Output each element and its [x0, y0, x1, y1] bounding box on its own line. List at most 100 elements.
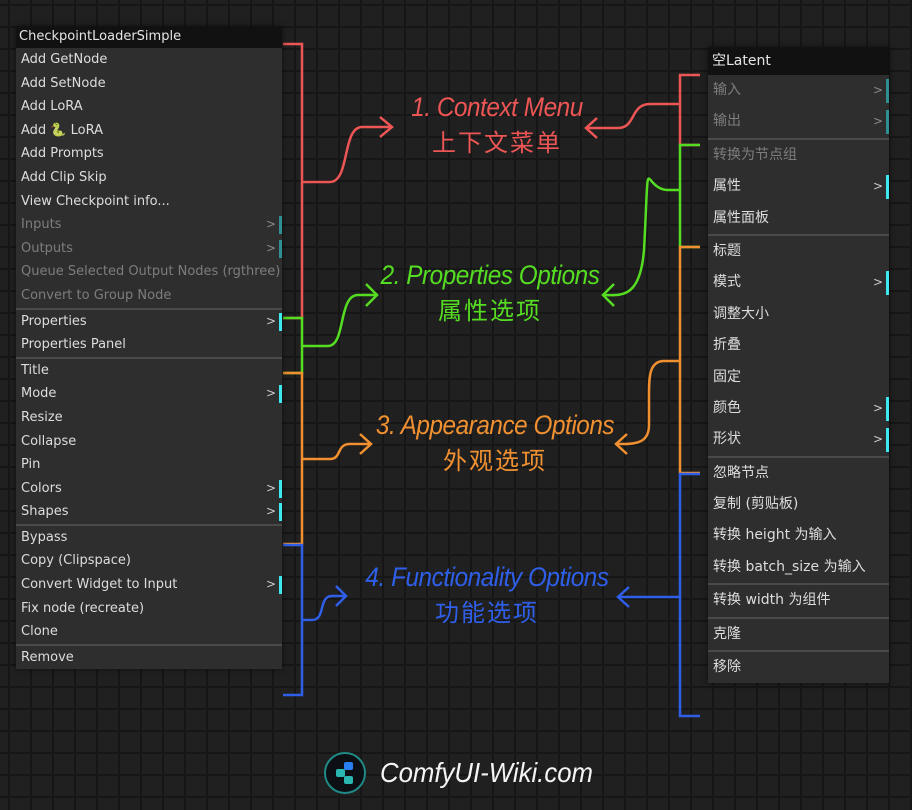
menu-item-label: 形状	[713, 431, 741, 448]
submenu-indicator	[279, 385, 282, 404]
menu-item[interactable]: 固定	[708, 362, 889, 393]
menu-title: 空Latent	[708, 47, 889, 75]
menu-item-label: Convert Widget to Input	[21, 577, 178, 593]
submenu-chevron-icon: >	[872, 179, 883, 194]
menu-item-label: 固定	[713, 368, 741, 385]
submenu-indicator	[279, 576, 282, 595]
left-connector-functionality	[302, 594, 346, 622]
menu-item[interactable]: 转换 height 为输入	[708, 520, 889, 551]
menu-item[interactable]: Shapes >	[16, 500, 282, 524]
menu-item[interactable]: Colors >	[16, 477, 282, 501]
submenu-indicator	[886, 175, 889, 200]
submenu-chevron-icon: >	[872, 432, 883, 447]
menu-item-label: 颜色	[713, 399, 741, 416]
menu-item-label: Add Prompts	[21, 146, 104, 162]
menu-item[interactable]: 转换 batch_size 为输入	[708, 552, 889, 583]
submenu-chevron-icon: >	[872, 83, 883, 97]
submenu-indicator	[279, 479, 282, 498]
menu-item[interactable]: Mode >	[16, 382, 282, 406]
context-menu-english: CheckpointLoaderSimple Add GetNode Add Se…	[16, 26, 282, 670]
menu-item-label: Properties	[21, 313, 87, 329]
menu-item-label: Title	[21, 362, 49, 378]
menu-item[interactable]: 调整大小	[708, 299, 889, 330]
menu-item[interactable]: Add Prompts	[16, 142, 282, 166]
menu-item[interactable]: Add 🐍 LoRA	[16, 119, 282, 143]
menu-item-label: Clone	[21, 624, 58, 640]
menu-item[interactable]: Bypass	[16, 526, 282, 550]
menu-item-label: Mode	[21, 386, 57, 402]
menu-item-label: Shapes	[21, 504, 69, 520]
menu-item[interactable]: Remove	[16, 646, 282, 670]
menu-item[interactable]: 转换 width 为组件	[708, 585, 889, 616]
menu-title: CheckpointLoaderSimple	[16, 26, 282, 48]
menu-item-label: Colors	[21, 480, 62, 496]
menu-item[interactable]: Add SetNode	[16, 72, 282, 96]
submenu-indicator	[279, 312, 282, 331]
menu-item[interactable]: 移除	[708, 652, 889, 683]
menu-item[interactable]: Add GetNode	[16, 48, 282, 72]
right-bracket-functionality	[678, 472, 700, 718]
menu-item[interactable]: 复制 (剪贴板)	[708, 489, 889, 520]
annotation-title-zh: 属性选项	[438, 298, 542, 325]
menu-item-label: Add 🐍 LoRA	[21, 122, 103, 138]
left-bracket-functionality	[283, 543, 304, 697]
submenu-chevron-icon: >	[265, 480, 276, 495]
annotation-title-en: 4. Functionality Options	[365, 562, 609, 592]
menu-item-label: 转换为节点组	[713, 146, 797, 163]
menu-item-label: Add LoRA	[21, 99, 83, 115]
menu-item[interactable]: Fix node (recreate)	[16, 597, 282, 621]
menu-item-label: 属性	[713, 178, 741, 195]
menu-item-label: Add GetNode	[21, 52, 108, 67]
menu-item[interactable]: 模式 >	[708, 267, 889, 298]
menu-item-label: 忽略节点	[713, 464, 769, 481]
submenu-indicator	[886, 79, 889, 103]
menu-item: 输入 >	[708, 75, 889, 106]
menu-item-label: 克隆	[713, 625, 741, 642]
menu-item[interactable]: 属性面板	[708, 203, 889, 234]
menu-item[interactable]: 标题	[708, 236, 889, 267]
menu-item-label: Pin	[21, 457, 41, 473]
menu-item[interactable]: 属性 >	[708, 171, 889, 202]
menu-item[interactable]: 形状 >	[708, 424, 889, 455]
menu-item[interactable]: Clone	[16, 620, 282, 644]
submenu-chevron-icon: >	[265, 386, 276, 401]
menu-item-label: 折叠	[713, 337, 741, 354]
footer-branding: ComfyUI-Wiki.com	[324, 752, 612, 794]
menu-item-label: 复制 (剪贴板)	[713, 496, 799, 513]
menu-item-label: Copy (Clipspace)	[21, 553, 131, 569]
menu-item[interactable]: Add Clip Skip	[16, 166, 282, 190]
menu-item[interactable]: Pin	[16, 453, 282, 477]
menu-item[interactable]: Convert Widget to Input >	[16, 573, 282, 597]
menu-item[interactable]: 折叠	[708, 330, 889, 361]
menu-item-label: View Checkpoint info...	[21, 193, 170, 209]
menu-item: 转换为节点组	[708, 140, 889, 171]
annotation-title-zh: 上下文菜单	[432, 130, 562, 157]
menu-item-label: 模式	[713, 274, 741, 291]
menu-item-label: Inputs	[21, 217, 62, 233]
menu-item-label: Properties Panel	[21, 337, 126, 353]
menu-item[interactable]: 克隆	[708, 619, 889, 650]
menu-item[interactable]: Resize	[16, 406, 282, 430]
menu-item-label: 输出	[713, 113, 741, 130]
menu-item[interactable]: Add LoRA	[16, 95, 282, 119]
submenu-indicator	[886, 271, 889, 296]
menu-item[interactable]: View Checkpoint info...	[16, 190, 282, 214]
menu-item[interactable]: Collapse	[16, 430, 282, 454]
menu-item[interactable]: Properties Panel	[16, 333, 282, 357]
menu-item[interactable]: 颜色 >	[708, 393, 889, 424]
menu-item-label: Bypass	[21, 529, 68, 545]
submenu-chevron-icon: >	[265, 313, 276, 328]
annotation-title-zh: 外观选项	[443, 448, 547, 475]
menu-item: 输出 >	[708, 106, 889, 137]
menu-item-label: Queue Selected Output Nodes (rgthree)	[21, 264, 281, 280]
menu-item[interactable]: Properties >	[16, 310, 282, 334]
annotation-context-menu: 1. Context Menu 上下文菜单	[392, 92, 602, 158]
menu-item[interactable]: 忽略节点	[708, 458, 889, 489]
menu-item-label: 移除	[713, 659, 741, 676]
menu-item[interactable]: Copy (Clipspace)	[16, 549, 282, 573]
menu-item: Outputs >	[16, 237, 282, 261]
submenu-chevron-icon: >	[265, 504, 276, 519]
left-bracket-properties	[283, 316, 304, 375]
menu-item[interactable]: Title	[16, 359, 282, 383]
menu-item-label: Convert to Group Node	[21, 287, 172, 303]
